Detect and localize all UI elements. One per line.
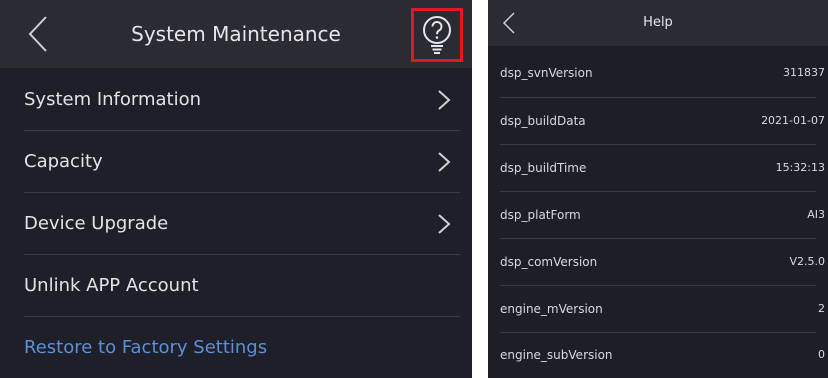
info-value: 2021-01-07 (761, 114, 825, 127)
chevron-right-icon (438, 90, 451, 110)
info-key: dsp_buildTime (500, 161, 587, 175)
page-title: Help (643, 15, 673, 30)
info-value: 15:32:13 (775, 161, 825, 174)
menu-item-label: System Information (24, 89, 202, 110)
back-button[interactable] (24, 14, 54, 54)
help-button[interactable] (411, 8, 463, 62)
menu-item-restore-factory-settings[interactable]: Restore to Factory Settings (0, 317, 472, 378)
header-bar: Help (488, 0, 828, 46)
info-row: dsp_buildData 2021-01-07 (488, 98, 828, 144)
info-row: dsp_comVersion V2.5.0 (488, 239, 828, 285)
menu-item-label: Capacity (24, 151, 103, 172)
menu-item-unlink-app-account[interactable]: Unlink APP Account (0, 255, 472, 317)
menu-item-label: Unlink APP Account (24, 275, 199, 296)
info-key: dsp_buildData (500, 114, 586, 128)
info-value: AI3 (807, 208, 825, 221)
info-value: 0 (818, 348, 825, 361)
info-value: V2.5.0 (789, 255, 825, 268)
menu-item-device-upgrade[interactable]: Device Upgrade (0, 193, 472, 255)
header-bar: System Maintenance (0, 0, 472, 68)
info-key: engine_subVersion (500, 348, 613, 362)
back-button[interactable] (500, 11, 518, 35)
info-row: dsp_svnVersion 311837 (488, 50, 828, 96)
info-key: dsp_platForm (500, 208, 581, 222)
back-icon (502, 12, 515, 34)
help-screen: Help dsp_svnVersion 311837 dsp_buildData… (488, 0, 828, 378)
info-row: engine_subVersion 0 (488, 332, 828, 378)
menu-item-label: Device Upgrade (24, 213, 169, 234)
info-key: engine_mVersion (500, 302, 603, 316)
menu-item-capacity[interactable]: Capacity (0, 131, 472, 193)
info-value: 311837 (783, 66, 825, 79)
back-icon (28, 16, 47, 52)
system-maintenance-screen: System Maintenance System Information Ca… (0, 0, 472, 378)
info-key: dsp_svnVersion (500, 66, 593, 80)
chevron-right-icon (438, 214, 451, 234)
info-value: 2 (818, 302, 825, 315)
info-row: dsp_buildTime 15:32:13 (488, 145, 828, 191)
info-row: dsp_platForm AI3 (488, 192, 828, 238)
chevron-right-icon (438, 152, 451, 172)
page-title: System Maintenance (131, 22, 341, 46)
info-row: engine_mVersion 2 (488, 286, 828, 332)
menu-item-system-information[interactable]: System Information (0, 69, 472, 131)
info-key: dsp_comVersion (500, 255, 598, 269)
menu-item-label: Restore to Factory Settings (24, 337, 268, 358)
help-icon (423, 16, 451, 54)
